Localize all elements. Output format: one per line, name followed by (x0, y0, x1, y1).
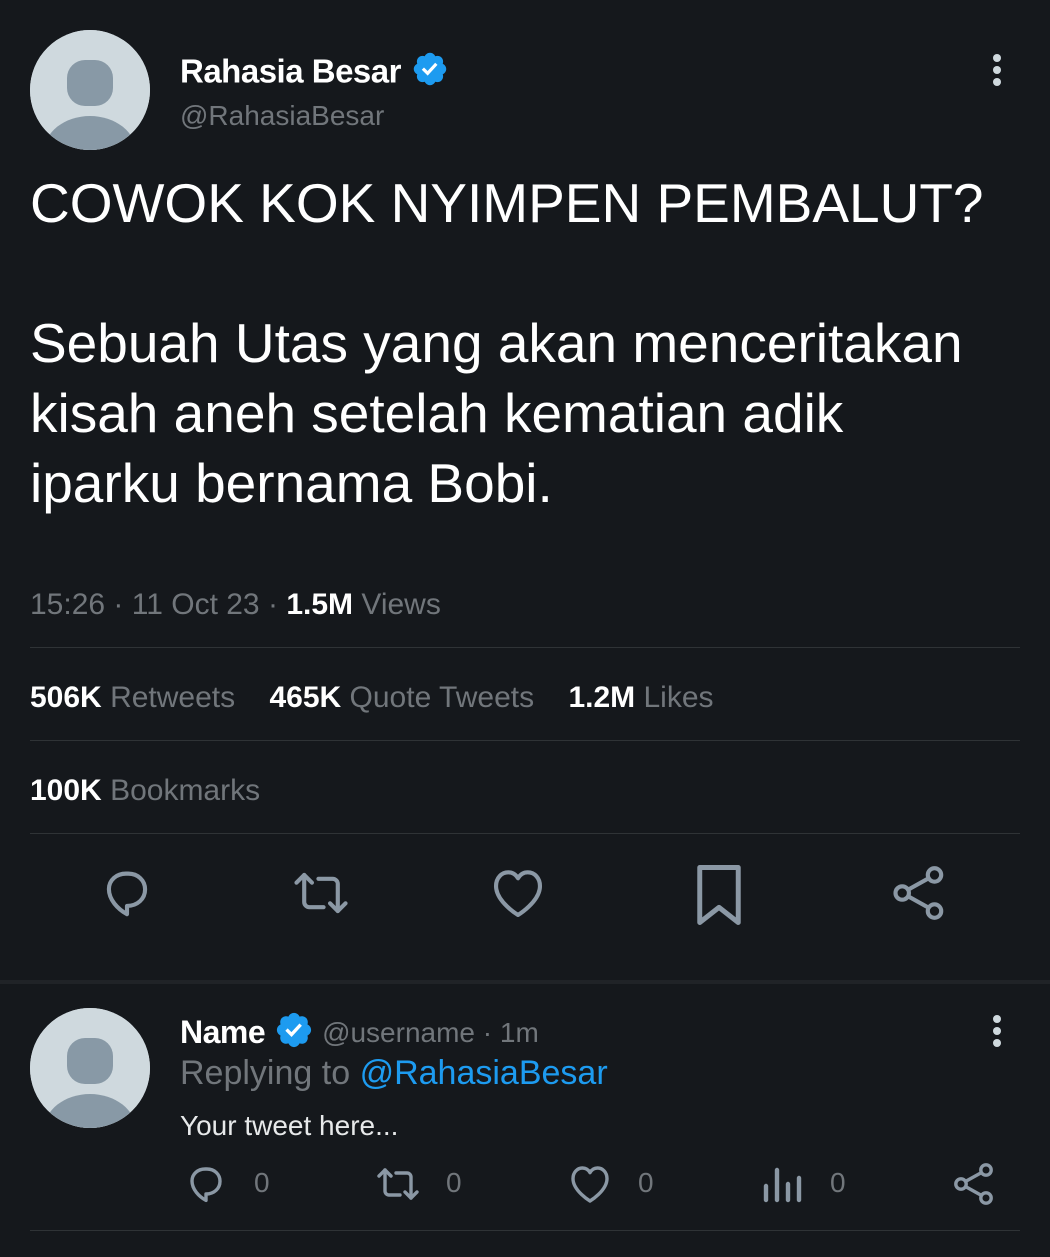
divider (30, 740, 1020, 741)
section-separator (0, 980, 1050, 984)
author-avatar[interactable] (30, 30, 150, 150)
replying-to-prefix: Replying to (180, 1054, 351, 1092)
retweets-label: Retweets (110, 681, 236, 714)
author-handle[interactable]: @RahasiaBesar (180, 100, 384, 132)
verified-badge-icon (274, 1010, 314, 1055)
replying-to-handle[interactable]: @RahasiaBesar (360, 1054, 608, 1092)
reply-display-name[interactable]: Name (180, 1014, 266, 1050)
reply-icon[interactable] (182, 1160, 230, 1208)
divider (30, 833, 1020, 834)
quotes-label: Quote Tweets (349, 681, 535, 714)
meta-separator: · (267, 588, 278, 621)
retweet-count: 0 (446, 1167, 462, 1198)
reply-icon[interactable] (96, 862, 158, 924)
verified-badge-icon (411, 50, 449, 93)
bookmarks-label: Bookmarks (110, 774, 261, 807)
retweets-stat[interactable]: 506K Retweets (30, 681, 235, 714)
tweet-text-line: Sebuah Utas yang akan menceritakan (30, 312, 963, 374)
tweet-text-line: kisah aneh setelah kematian adik (30, 382, 844, 444)
views-icon[interactable] (760, 1160, 804, 1208)
views-label: Views (361, 588, 441, 621)
quotes-count: 465K (269, 681, 342, 714)
replying-to: Replying to @RahasiaBesar (180, 1054, 608, 1093)
more-vertical-icon[interactable] (984, 52, 1010, 88)
heart-icon[interactable] (566, 1160, 614, 1208)
reply-header: Name @username · 1m (180, 1010, 539, 1052)
bookmark-icon[interactable] (690, 862, 748, 928)
share-icon[interactable] (950, 1160, 998, 1208)
quotes-stat[interactable]: 465K Quote Tweets (269, 681, 534, 714)
reply-avatar[interactable] (30, 1008, 150, 1128)
tweet-time[interactable]: 15:26 (30, 588, 105, 621)
author-display-name[interactable]: Rahasia Besar (180, 53, 401, 90)
author-name-row: Rahasia Besar (180, 50, 449, 90)
likes-count: 1.2M (568, 681, 636, 714)
share-icon[interactable] (888, 862, 950, 924)
like-count: 0 (638, 1167, 654, 1198)
meta-separator: · (113, 588, 124, 621)
bookmarks-stat[interactable]: 100K Bookmarks (30, 774, 260, 808)
views-count: 1.5M (286, 588, 354, 621)
tweet-meta: 15:26 · 11 Oct 23 · 1.5M Views (30, 588, 441, 622)
retweets-count: 506K (30, 681, 102, 714)
divider (30, 647, 1020, 648)
heart-icon[interactable] (486, 862, 550, 924)
tweet-date[interactable]: 11 Oct 23 (132, 588, 260, 621)
divider (30, 1230, 1020, 1231)
engagement-stats: 506K Retweets 465K Quote Tweets 1.2M Lik… (30, 681, 714, 715)
tweet-text: COWOK KOK NYIMPEN PEMBALUT? Sebuah Utas … (30, 168, 1030, 518)
tweet-text-line: COWOK KOK NYIMPEN PEMBALUT? (30, 172, 984, 234)
reply-count: 0 (254, 1167, 270, 1198)
reply-handle-time[interactable]: @username · 1m (322, 1017, 539, 1048)
likes-label: Likes (643, 681, 714, 714)
more-vertical-icon[interactable] (984, 1013, 1010, 1049)
reply-text: Your tweet here... (180, 1110, 399, 1141)
retweet-icon[interactable] (288, 862, 354, 924)
tweet-text-line: iparku bernama Bobi. (30, 452, 553, 514)
retweet-icon[interactable] (372, 1160, 424, 1208)
likes-stat[interactable]: 1.2M Likes (568, 681, 713, 714)
bookmarks-count: 100K (30, 774, 102, 807)
views-count-reply: 0 (830, 1167, 846, 1198)
